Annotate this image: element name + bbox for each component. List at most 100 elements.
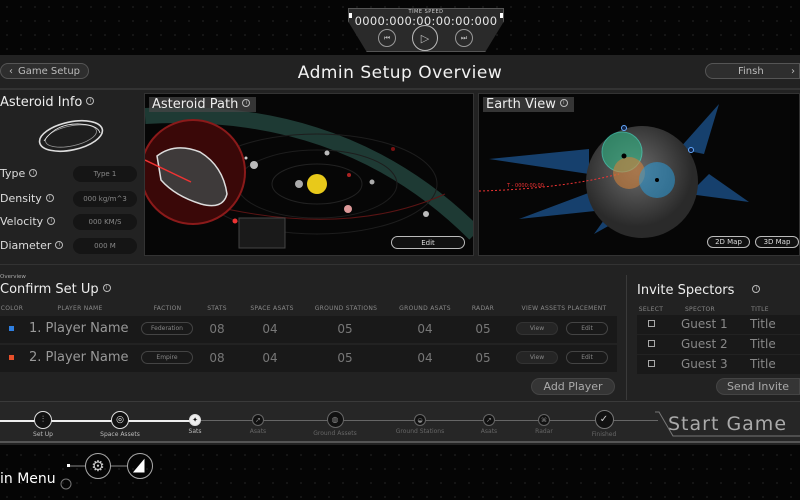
map-2d-button[interactable]: 2D Map [707, 236, 750, 248]
guest-name: Guest 2 [681, 337, 728, 351]
step-back-icon: ⏮ [383, 33, 391, 42]
player-color-swatch [9, 326, 14, 331]
stats-value: 08 [209, 351, 225, 365]
earth-globe [479, 104, 749, 238]
guest-row: Guest 1 Title [637, 315, 800, 334]
col-player-name: PLAYER NAME [57, 305, 103, 312]
view-button[interactable]: View [516, 322, 558, 335]
guest-title: Title [750, 357, 776, 371]
diameter-value[interactable]: 000 M [73, 238, 137, 254]
finish-label: Finsh [738, 65, 764, 77]
asteroid-path-view[interactable]: Asteroid Path i Edit [144, 93, 474, 256]
edit-button[interactable]: Edit [566, 322, 608, 335]
step-asats-2[interactable]: ➚ Asats [474, 414, 504, 435]
map-3d-button[interactable]: 3D Map [755, 236, 799, 248]
asteroid-path-title: Asteroid Path i [149, 97, 257, 112]
view-button[interactable]: View [516, 351, 558, 364]
chevron-right-icon: › [791, 65, 795, 77]
col-ground-stations: GROUND STATIONS [314, 305, 378, 312]
faction-badge: Federation [141, 322, 193, 335]
col-view-assets: VIEW ASSETS PLACEMENT [521, 305, 607, 312]
step-ground-stations[interactable]: ◒ Ground Stations [390, 414, 450, 435]
trajectory-label: T - 0000:00:00 [507, 183, 544, 189]
radar-target-icon: ◎ [111, 411, 129, 429]
info-icon[interactable]: i [86, 97, 95, 105]
section-divider [0, 264, 800, 265]
info-icon[interactable]: i [45, 194, 54, 202]
start-game-button[interactable]: Start Game [655, 408, 800, 440]
send-invite-button[interactable]: Send Invite [716, 378, 800, 395]
settings-button[interactable]: ⚙ [85, 453, 111, 479]
faction-badge: Empire [141, 351, 193, 364]
step-back-button[interactable]: ⏮ [378, 29, 396, 47]
step-sats[interactable]: ✦ Sats [180, 414, 210, 435]
setup-progress-bar: ⫶ Set Up ◎ Space Assets ✦ Sats ➚ Asats ◍… [0, 401, 800, 443]
info-icon[interactable]: i [55, 241, 64, 249]
asteroid-info-title-text: Asteroid Info [0, 95, 83, 110]
ground-asats-value: 04 [417, 351, 433, 365]
velocity-value[interactable]: 000 KM/S [73, 214, 137, 230]
col-stats: STATS [207, 305, 227, 312]
overview-label: Overview [0, 274, 26, 280]
sun [307, 174, 327, 194]
step-asats[interactable]: ➚ Asats [243, 414, 273, 435]
guest-row: Guest 2 Title [637, 335, 800, 354]
vertical-divider [626, 275, 627, 400]
confirm-setup-title: Confirm Set Up i [0, 282, 111, 297]
finish-button[interactable]: Finsh › [705, 63, 800, 79]
guest-checkbox[interactable] [648, 360, 655, 367]
add-player-button[interactable]: Add Player [531, 378, 615, 395]
admin-setup-panel: ‹ Game Setup Admin Setup Overview Finsh … [0, 55, 800, 445]
col-faction: FACTION [153, 305, 182, 312]
diameter-label: Diameter i [0, 239, 64, 252]
guest-checkbox[interactable] [648, 340, 655, 347]
col-ground-asats: GROUND ASATS [399, 305, 451, 312]
radar-value: 05 [475, 322, 491, 336]
step-set-up[interactable]: ⫶ Set Up [28, 411, 58, 438]
info-icon[interactable]: i [559, 99, 568, 107]
earth-view-title: Earth View i [483, 97, 574, 112]
player-row: 1. Player Name Federation 08 04 05 04 05… [0, 316, 617, 343]
guest-title: Title [750, 337, 776, 351]
ground-stations-value: 05 [337, 351, 353, 365]
start-game-label: Start Game [667, 413, 788, 435]
step-forward-button[interactable]: ⏭ [455, 29, 473, 47]
step-forward-icon: ⏭ [460, 33, 468, 42]
asteroid-info-title: Asteroid Info i [0, 95, 95, 110]
guest-title: Title [750, 317, 776, 331]
edit-path-button[interactable]: Edit [391, 236, 465, 249]
main-menu-link[interactable]: in Menu [0, 471, 56, 487]
info-icon[interactable]: i [29, 169, 38, 177]
step-finished[interactable]: ✓ Finished [584, 410, 624, 438]
earth-view[interactable]: T - 0000:00:00 Earth View i 2D Map 3D Map [478, 93, 800, 256]
type-value[interactable]: Type 1 [73, 166, 137, 182]
info-icon[interactable]: i [242, 99, 251, 107]
step-radar[interactable]: ⌘ Radar [529, 414, 559, 435]
space-asats-value: 04 [262, 351, 278, 365]
type-label: Type i [0, 167, 38, 180]
info-icon[interactable]: i [752, 285, 761, 293]
col-color: COLOR [0, 305, 24, 312]
asteroid-thumbnail [38, 119, 104, 153]
col-title: TITLE [751, 306, 769, 313]
guest-checkbox[interactable] [648, 320, 655, 327]
edit-button[interactable]: Edit [566, 351, 608, 364]
dish-icon: ◒ [414, 414, 426, 426]
step-ground-assets[interactable]: ◍ Ground Assets [306, 411, 364, 437]
density-label: Density i [0, 192, 54, 205]
info-icon[interactable]: i [47, 217, 56, 225]
invite-spectors-title: Invite Spectors i [637, 283, 761, 298]
velocity-label: Velocity i [0, 215, 56, 228]
time-speed-widget: TIME SPEED 0000:000:00:00:00:000 ⏮ ▷ ⏭ [348, 8, 504, 52]
sliders-icon: ⫶ [34, 411, 52, 429]
guest-name: Guest 3 [681, 357, 728, 371]
guest-name: Guest 1 [681, 317, 728, 331]
logo-button[interactable] [127, 453, 153, 479]
step-space-assets[interactable]: ◎ Space Assets [95, 411, 145, 438]
rocket-icon: ➚ [483, 414, 495, 426]
game-logo-icon [132, 458, 145, 473]
info-icon[interactable]: i [102, 284, 111, 292]
play-button[interactable]: ▷ [412, 25, 438, 51]
density-value[interactable]: 000 kg/m^3 [73, 191, 137, 207]
rocket-icon: ➚ [252, 414, 264, 426]
